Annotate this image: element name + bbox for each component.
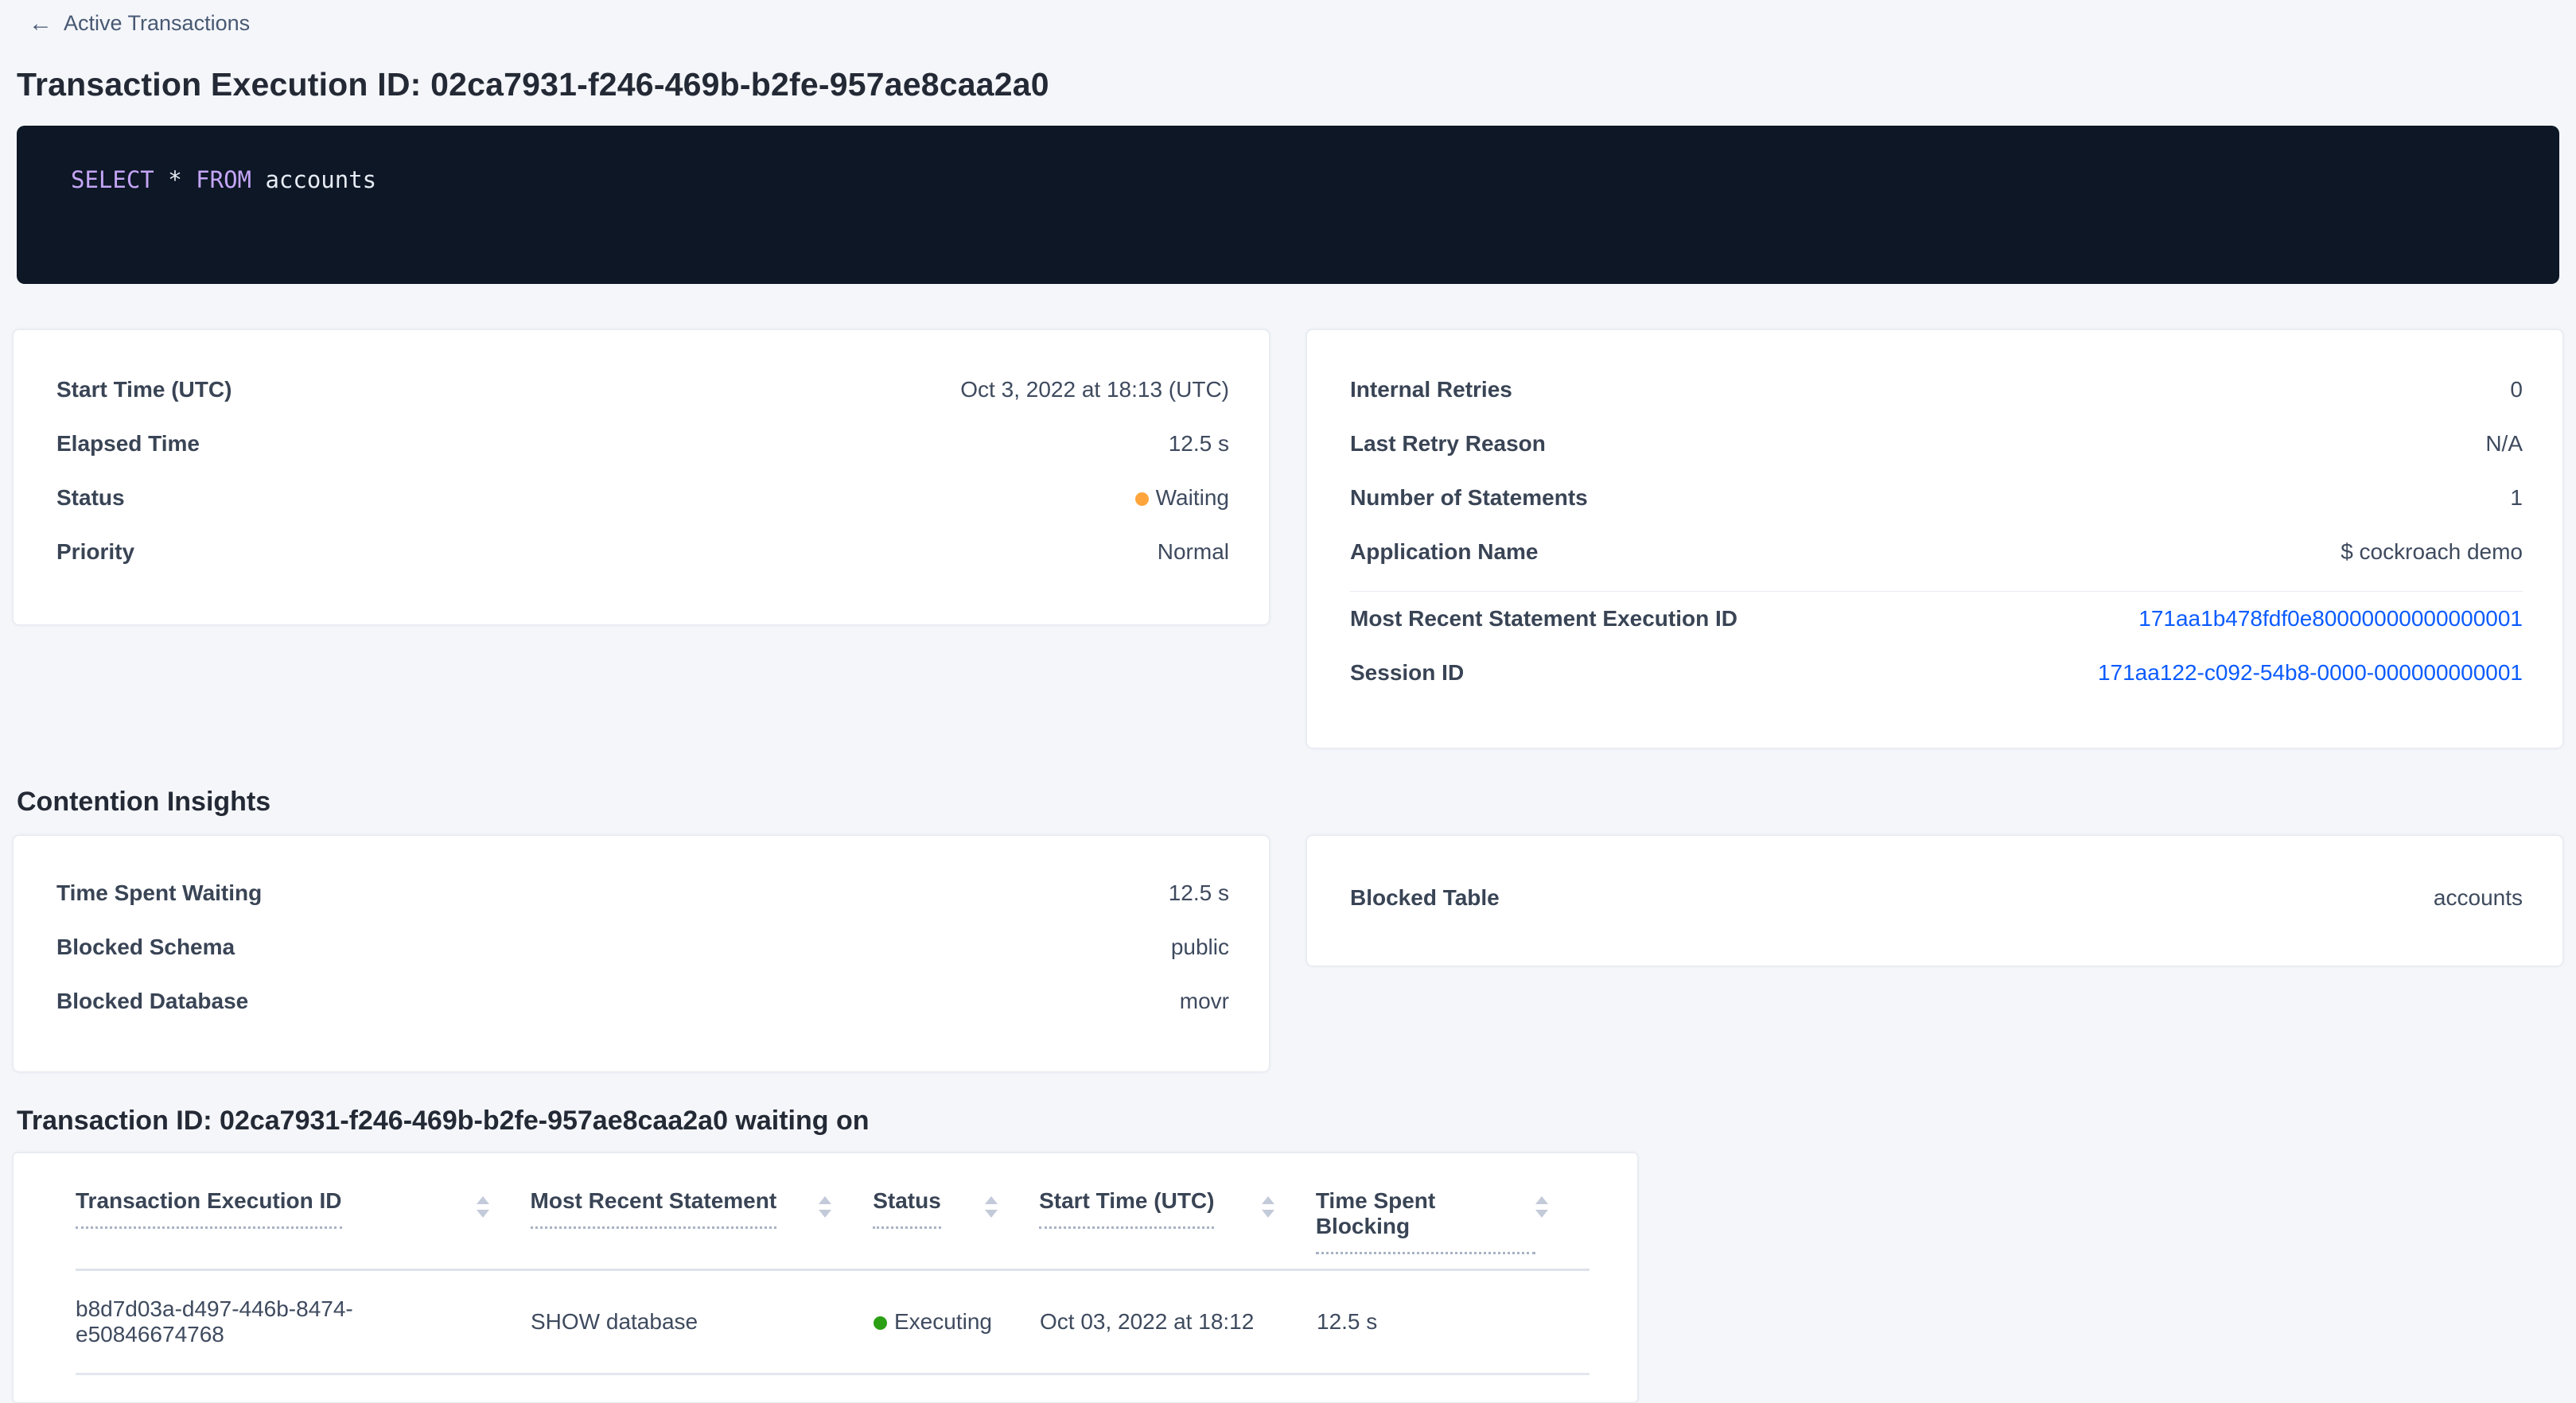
sql-keyword-select: SELECT (71, 166, 154, 193)
sort-icon[interactable] (477, 1196, 489, 1218)
table-row: b8d7d03a-d497-446b-8474-e50846674768 SHO… (76, 1271, 1590, 1375)
session-id-link[interactable]: 171aa122-c092-54b8-0000-000000000001 (2098, 660, 2523, 686)
priority-value: Normal (1158, 539, 1229, 565)
table-header-row: Transaction Execution ID Most Recent Sta… (76, 1153, 1590, 1271)
priority-row: Priority Normal (56, 525, 1229, 579)
waiting-transactions-table: Transaction Execution ID Most Recent Sta… (13, 1152, 1638, 1403)
last-retry-reason-row: Last Retry Reason N/A (1350, 417, 2523, 471)
cell-status: Executing (874, 1309, 1040, 1335)
sql-statement-box: SELECT * FROM accounts (17, 126, 2559, 284)
blocked-database-value: movr (1180, 989, 1229, 1014)
blocked-database-label: Blocked Database (56, 989, 248, 1014)
cell-start-time: Oct 03, 2022 at 18:12 (1040, 1309, 1317, 1335)
header-time-spent-blocking[interactable]: Time Spent Blocking (1316, 1188, 1590, 1269)
status-waiting-dot-icon (1135, 492, 1149, 506)
sql-keyword-from: FROM (196, 166, 251, 193)
header-status[interactable]: Status (873, 1188, 1039, 1269)
number-of-statements-value: 1 (2510, 485, 2523, 511)
contention-right-card: Blocked Table accounts (1306, 835, 2563, 966)
contention-cards: Time Spent Waiting 12.5 s Blocked Schema… (13, 835, 2563, 1072)
time-spent-waiting-row: Time Spent Waiting 12.5 s (56, 866, 1229, 920)
blocked-table-row: Blocked Table accounts (1350, 871, 2523, 925)
cell-most-recent-statement: SHOW database (531, 1309, 874, 1335)
application-name-row: Application Name $ cockroach demo (1350, 525, 2523, 579)
number-of-statements-label: Number of Statements (1350, 485, 1588, 511)
cell-time-spent-blocking: 12.5 s (1317, 1309, 1590, 1335)
elapsed-time-value: 12.5 s (1169, 431, 1229, 457)
internal-retries-row: Internal Retries 0 (1350, 363, 2523, 417)
start-time-label: Start Time (UTC) (56, 377, 232, 402)
priority-label: Priority (56, 539, 134, 565)
contention-insights-heading: Contention Insights (17, 787, 2563, 818)
application-name-value: $ cockroach demo (2341, 539, 2523, 565)
sort-icon[interactable] (819, 1196, 831, 1218)
back-to-active-transactions-link[interactable]: ← Active Transactions (29, 11, 250, 36)
sql-table-name: accounts (251, 166, 376, 193)
header-start-time[interactable]: Start Time (UTC) (1039, 1188, 1316, 1269)
statement-execution-id-row: Most Recent Statement Execution ID 171aa… (1350, 592, 2523, 646)
time-spent-waiting-value: 12.5 s (1169, 880, 1229, 906)
blocked-table-value: accounts (2434, 885, 2523, 911)
start-time-value: Oct 3, 2022 at 18:13 (UTC) (960, 377, 1229, 402)
sql-star: * (154, 166, 196, 193)
session-id-row: Session ID 171aa122-c092-54b8-0000-00000… (1350, 646, 2523, 700)
internal-retries-label: Internal Retries (1350, 377, 1512, 402)
blocked-table-label: Blocked Table (1350, 885, 1500, 911)
blocked-database-row: Blocked Database movr (56, 974, 1229, 1028)
contention-left-card: Time Spent Waiting 12.5 s Blocked Schema… (13, 835, 1270, 1072)
number-of-statements-row: Number of Statements 1 (1350, 471, 2523, 525)
back-link-label: Active Transactions (64, 11, 250, 36)
cell-transaction-execution-id: b8d7d03a-d497-446b-8474-e50846674768 (76, 1296, 531, 1347)
status-row: Status Waiting (56, 471, 1229, 525)
blocked-schema-row: Blocked Schema public (56, 920, 1229, 974)
status-executing-dot-icon (874, 1316, 887, 1330)
transaction-detail-cards: Start Time (UTC) Oct 3, 2022 at 18:13 (U… (13, 329, 2563, 748)
sort-icon[interactable] (985, 1196, 998, 1218)
statement-execution-id-link[interactable]: 171aa1b478fdf0e80000000000000001 (2138, 606, 2523, 632)
application-name-label: Application Name (1350, 539, 1538, 565)
blocked-schema-label: Blocked Schema (56, 935, 235, 960)
time-spent-waiting-label: Time Spent Waiting (56, 880, 262, 906)
elapsed-time-row: Elapsed Time 12.5 s (56, 417, 1229, 471)
last-retry-reason-label: Last Retry Reason (1350, 431, 1546, 457)
sort-icon[interactable] (1535, 1196, 1548, 1218)
elapsed-time-label: Elapsed Time (56, 431, 200, 457)
timing-card: Start Time (UTC) Oct 3, 2022 at 18:13 (U… (13, 329, 1270, 625)
session-id-label: Session ID (1350, 660, 1464, 686)
sort-icon[interactable] (1262, 1196, 1274, 1218)
header-most-recent-statement[interactable]: Most Recent Statement (531, 1188, 874, 1269)
status-value: Waiting (1135, 485, 1229, 511)
transaction-details-page: ← Active Transactions Transaction Execut… (0, 0, 2576, 1403)
statement-execution-id-label: Most Recent Statement Execution ID (1350, 606, 1737, 632)
last-retry-reason-value: N/A (2485, 431, 2523, 457)
status-label: Status (56, 485, 125, 511)
back-arrow-icon: ← (29, 12, 53, 36)
page-title: Transaction Execution ID: 02ca7931-f246-… (17, 66, 2563, 103)
start-time-row: Start Time (UTC) Oct 3, 2022 at 18:13 (U… (56, 363, 1229, 417)
blocked-schema-value: public (1171, 935, 1229, 960)
header-transaction-execution-id[interactable]: Transaction Execution ID (76, 1188, 531, 1269)
execution-attributes-card: Internal Retries 0 Last Retry Reason N/A… (1306, 329, 2563, 748)
waiting-on-heading: Transaction ID: 02ca7931-f246-469b-b2fe-… (17, 1106, 2563, 1137)
internal-retries-value: 0 (2510, 377, 2523, 402)
